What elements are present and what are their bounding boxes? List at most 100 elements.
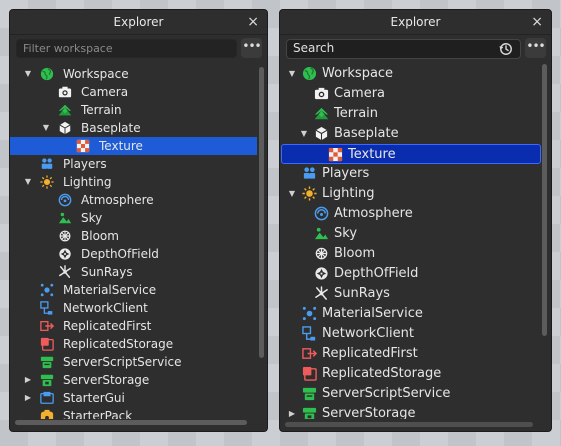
server-storage-icon [40, 373, 54, 387]
expand-arrow-icon[interactable]: ▼ [288, 184, 296, 204]
more-options-button[interactable]: ••• [525, 38, 546, 58]
explorer-tree: ▼ Workspace Camera Terrain ▼ Baseplate Texture… [280, 64, 541, 419]
tree-item-label: StarterGui [63, 391, 125, 405]
tree-item-serverscriptservice[interactable]: ServerScriptService [10, 353, 257, 371]
server-script-service-icon [40, 355, 54, 369]
tree-item-camera[interactable]: Camera [280, 84, 541, 104]
tree-item-workspace[interactable]: ▼ Workspace [10, 65, 257, 83]
tree-item-label: Bloom [334, 246, 376, 261]
tree-item-label: ReplicatedFirst [63, 319, 152, 333]
tree-item-texture[interactable]: Texture [281, 144, 541, 164]
tree-item-bloom[interactable]: Bloom [10, 227, 257, 245]
players-icon [302, 166, 317, 181]
tree-item-label: Atmosphere [334, 206, 413, 221]
tree-item-label: Sky [334, 226, 358, 241]
close-icon[interactable]: × [531, 10, 543, 34]
atmosphere-icon [58, 193, 72, 207]
tree-item-label: Atmosphere [81, 193, 154, 207]
tree-item-materialservice[interactable]: MaterialService [280, 304, 541, 324]
expand-arrow-icon[interactable]: ▼ [300, 124, 308, 144]
more-options-button[interactable]: ••• [241, 38, 262, 58]
bloom-icon [314, 246, 329, 261]
tree-item-sunrays[interactable]: SunRays [280, 284, 541, 304]
tree-item-sky[interactable]: Sky [280, 224, 541, 244]
expand-arrow-icon[interactable]: ▼ [42, 119, 50, 137]
tree-item-depthoffield[interactable]: DepthOfField [280, 264, 541, 284]
tree-item-sunrays[interactable]: SunRays [10, 263, 257, 281]
expand-arrow-icon[interactable]: ▼ [24, 65, 32, 83]
starter-pack-icon [40, 409, 54, 419]
search-input[interactable]: Search [286, 39, 521, 59]
tree-item-players[interactable]: Players [10, 155, 257, 173]
panel-title: Explorer [390, 15, 441, 29]
tree-item-bloom[interactable]: Bloom [280, 244, 541, 264]
collapse-arrow-icon[interactable]: ▶ [24, 371, 32, 389]
bloom-icon [58, 229, 72, 243]
network-client-icon [302, 326, 317, 341]
tree-item-label: ReplicatedFirst [322, 346, 418, 361]
tree-item-replicatedfirst[interactable]: ReplicatedFirst [280, 344, 541, 364]
panel-title-bar: Explorer × [280, 10, 551, 35]
tree-item-label: NetworkClient [63, 301, 148, 315]
tree-item-lighting[interactable]: ▼ Lighting [280, 184, 541, 204]
collapse-arrow-icon[interactable]: ▶ [24, 389, 32, 407]
collapse-arrow-icon[interactable]: ▶ [288, 404, 296, 419]
horizontal-scrollbar[interactable] [285, 422, 533, 427]
tree-item-label: Camera [334, 86, 386, 101]
tree-item-label: Bloom [81, 229, 119, 243]
tree-item-replicatedstorage[interactable]: ReplicatedStorage [10, 335, 257, 353]
players-icon [40, 157, 54, 171]
tree-item-terrain[interactable]: Terrain [10, 101, 257, 119]
texture-icon [328, 147, 343, 162]
history-icon[interactable] [499, 41, 513, 55]
tree-item-label: ServerStorage [63, 373, 150, 387]
tree-item-depthoffield[interactable]: DepthOfField [10, 245, 257, 263]
tree-item-replicatedfirst[interactable]: ReplicatedFirst [10, 317, 257, 335]
network-client-icon [40, 301, 54, 315]
tree-item-networkclient[interactable]: NetworkClient [280, 324, 541, 344]
tree-item-label: Baseplate [334, 126, 399, 141]
starter-gui-icon [40, 391, 54, 405]
tree-item-replicatedstorage[interactable]: ReplicatedStorage [280, 364, 541, 384]
tree-item-players[interactable]: Players [280, 164, 541, 184]
lighting-sun-icon [302, 186, 317, 201]
tree-item-camera[interactable]: Camera [10, 83, 257, 101]
workspace-globe-icon [40, 67, 54, 81]
atmosphere-icon [314, 206, 329, 221]
tree-item-baseplate[interactable]: ▼ Baseplate [10, 119, 257, 137]
tree-item-label: Baseplate [81, 121, 141, 135]
vertical-scrollbar[interactable] [259, 67, 264, 358]
tree-item-networkclient[interactable]: NetworkClient [10, 299, 257, 317]
tree-item-serverstorage[interactable]: ▶ ServerStorage [280, 404, 541, 419]
filter-workspace-input[interactable]: Filter workspace [16, 39, 237, 58]
tree-item-baseplate[interactable]: ▼ Baseplate [280, 124, 541, 144]
tree-item-starterpack[interactable]: StarterPack [10, 407, 257, 419]
tree-item-workspace[interactable]: ▼ Workspace [280, 64, 541, 84]
horizontal-scrollbar[interactable] [15, 420, 247, 425]
expand-arrow-icon[interactable]: ▼ [24, 173, 32, 191]
tree-item-sky[interactable]: Sky [10, 209, 257, 227]
material-service-icon [302, 306, 317, 321]
camera-icon [58, 85, 72, 99]
terrain-icon [58, 103, 72, 117]
tree-item-atmosphere[interactable]: Atmosphere [10, 191, 257, 209]
tree-item-texture[interactable]: Texture [10, 137, 257, 155]
close-icon[interactable]: × [247, 10, 259, 34]
tree-item-lighting[interactable]: ▼ Lighting [10, 173, 257, 191]
explorer-tree: ▼ Workspace Camera Terrain ▼ Baseplate Texture… [10, 65, 257, 419]
tree-item-serverstorage[interactable]: ▶ ServerStorage [10, 371, 257, 389]
tree-item-label: NetworkClient [322, 326, 414, 341]
tree-item-terrain[interactable]: Terrain [280, 104, 541, 124]
tree-item-label: Sky [81, 211, 103, 225]
tree-item-serverscriptservice[interactable]: ServerScriptService [280, 384, 541, 404]
expand-arrow-icon[interactable]: ▼ [288, 64, 296, 84]
vertical-scrollbar[interactable] [542, 64, 547, 336]
tree-item-label: ReplicatedStorage [63, 337, 174, 351]
depth-of-field-icon [314, 266, 329, 281]
tree-item-label: DepthOfField [81, 247, 159, 261]
tree-item-atmosphere[interactable]: Atmosphere [280, 204, 541, 224]
tree-item-materialservice[interactable]: MaterialService [10, 281, 257, 299]
workspace-globe-icon [302, 66, 317, 81]
tree-item-startergui[interactable]: ▶ StarterGui [10, 389, 257, 407]
tree-item-label: Players [322, 166, 370, 181]
